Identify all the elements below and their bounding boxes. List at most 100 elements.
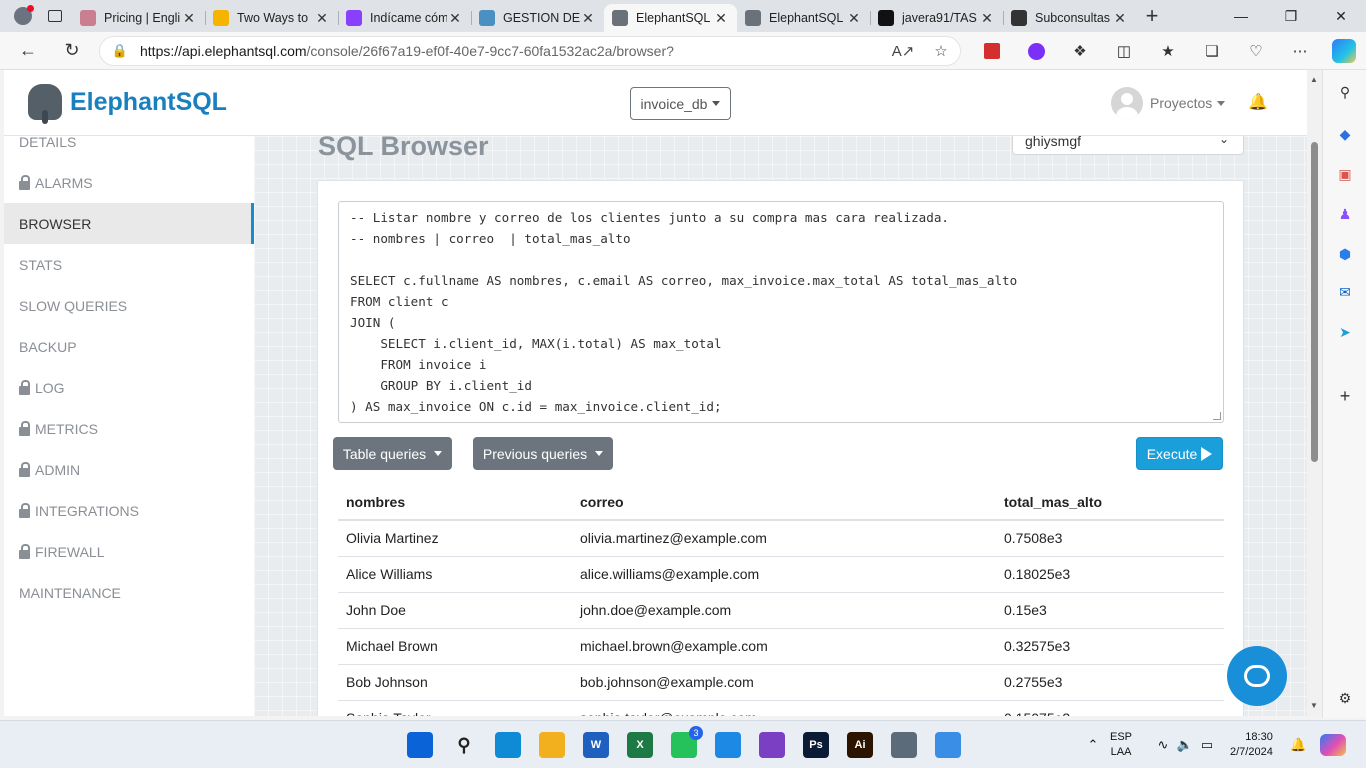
browser-tab[interactable]: Two Ways to ✕: [205, 4, 338, 32]
sidebar-item-label: FIREWALL: [35, 543, 105, 560]
table-cell: Sophia Taylor: [338, 700, 572, 716]
address-bar[interactable]: 🔒 https://api.elephantsql.com/console/26…: [99, 36, 961, 66]
settings-more-icon[interactable]: ⋯: [1278, 42, 1322, 60]
wifi-icon[interactable]: ∿: [1152, 737, 1174, 753]
outlook-icon[interactable]: ✉: [1335, 282, 1355, 302]
table-queries-button[interactable]: Table queries: [333, 437, 452, 470]
close-tab-icon[interactable]: ✕: [846, 10, 862, 27]
copilot-taskbar-icon[interactable]: [1320, 734, 1346, 756]
volume-icon[interactable]: 🔈: [1174, 737, 1196, 753]
sidebar-item-log[interactable]: LOG: [4, 367, 254, 408]
vscode-icon[interactable]: [715, 732, 741, 758]
resize-handle[interactable]: [1213, 412, 1221, 420]
shopping-tag-icon[interactable]: ◆: [1335, 124, 1355, 144]
sidebar-item-browser[interactable]: BROWSER: [4, 203, 254, 244]
tab-actions-button[interactable]: [38, 0, 72, 32]
table-cell: Michael Brown: [338, 628, 572, 665]
scroll-up-icon[interactable]: ▲: [1310, 75, 1318, 84]
brand-logo[interactable]: ElephantSQL: [28, 84, 227, 124]
browser-tab[interactable]: javera91/TAS ✕: [870, 4, 1003, 32]
clock[interactable]: 18:30 2/7/2024: [1230, 730, 1273, 760]
scroll-thumb[interactable]: [1311, 142, 1318, 462]
refresh-button[interactable]: ↻: [50, 32, 94, 70]
close-tab-icon[interactable]: ✕: [447, 10, 463, 27]
sidebar-item-backup[interactable]: BACKUP: [4, 326, 254, 367]
browser-tab[interactable]: ElephantSQL ✕: [737, 4, 870, 32]
column-header[interactable]: total_mas_alto: [996, 484, 1224, 521]
add-sidebar-app-icon[interactable]: +: [1335, 386, 1355, 406]
favorites-icon[interactable]: ★: [1146, 42, 1190, 60]
sidebar-item-slow-queries[interactable]: SLOW QUERIES: [4, 285, 254, 326]
browser-tab[interactable]: GESTION DE ✕: [471, 4, 604, 32]
new-tab-button[interactable]: +: [1136, 0, 1168, 32]
battery-icon[interactable]: ▭: [1196, 737, 1218, 753]
sidebar-item-maintenance[interactable]: MAINTENANCE: [4, 572, 254, 613]
favorite-star-icon[interactable]: ☆: [922, 42, 960, 60]
close-tab-icon[interactable]: ✕: [713, 10, 729, 27]
office-icon[interactable]: ⬢: [1335, 244, 1355, 264]
database-select[interactable]: invoice_db: [630, 87, 731, 120]
send-icon[interactable]: ➤: [1335, 322, 1355, 342]
sidebar-item-alarms[interactable]: ALARMS: [4, 162, 254, 203]
close-tab-icon[interactable]: ✕: [1112, 10, 1128, 27]
sidebar-search-icon[interactable]: ⚲: [1335, 82, 1355, 102]
table-cell: 0.2755e3: [996, 664, 1224, 701]
close-tab-icon[interactable]: ✕: [314, 10, 330, 27]
scroll-down-icon[interactable]: ▼: [1310, 701, 1318, 710]
close-tab-icon[interactable]: ✕: [979, 10, 995, 27]
minimize-button[interactable]: —: [1216, 0, 1266, 32]
sidebar-item-stats[interactable]: STATS: [4, 244, 254, 285]
restore-button[interactable]: ❐: [1266, 0, 1316, 32]
close-tab-icon[interactable]: ✕: [580, 10, 596, 27]
file-explorer-icon[interactable]: [539, 732, 565, 758]
support-chat-button[interactable]: [1227, 646, 1287, 706]
whatsapp-icon[interactable]: 3: [671, 726, 703, 758]
copilot-icon[interactable]: [1332, 39, 1356, 63]
profile-button[interactable]: [8, 0, 38, 32]
browser-tab[interactable]: Subconsultas ✕: [1003, 4, 1136, 32]
tray-chevron-up-icon[interactable]: ⌃: [1078, 737, 1108, 753]
games-icon[interactable]: ♟: [1335, 204, 1355, 224]
back-button[interactable]: ←: [6, 32, 50, 70]
user-menu[interactable]: Proyectos: [1111, 87, 1226, 119]
url-text[interactable]: https://api.elephantsql.com/console/26f6…: [140, 43, 884, 59]
browser-tab[interactable]: Indícame cóm ✕: [338, 4, 471, 32]
close-window-button[interactable]: ✕: [1316, 0, 1366, 32]
photoshop-icon[interactable]: Ps: [803, 732, 829, 758]
word-icon[interactable]: W: [583, 732, 609, 758]
toolbox-icon[interactable]: ▣: [1335, 164, 1355, 184]
photos-icon[interactable]: [935, 732, 961, 758]
browser-essentials-icon[interactable]: ♡: [1234, 42, 1278, 60]
extensions-puzzle-icon[interactable]: ❖: [1058, 42, 1102, 60]
collections-icon[interactable]: ❏: [1190, 42, 1234, 60]
excel-icon[interactable]: X: [627, 732, 653, 758]
sidebar-item-integrations[interactable]: INTEGRATIONS: [4, 490, 254, 531]
sql-text[interactable]: -- Listar nombre y correo de los cliente…: [339, 202, 1223, 422]
search-icon[interactable]: ⚲: [451, 732, 477, 758]
browser-tab[interactable]: ElephantSQL ✕: [604, 4, 737, 32]
column-header[interactable]: nombres: [338, 484, 572, 521]
read-aloud-icon[interactable]: A↗: [884, 42, 922, 60]
sql-editor[interactable]: -- Listar nombre y correo de los cliente…: [338, 201, 1224, 423]
calculator-icon[interactable]: [891, 732, 917, 758]
page-scrollbar[interactable]: ▲ ▼: [1307, 70, 1322, 716]
language-indicator[interactable]: ESP LAA: [1110, 730, 1132, 760]
sidebar-settings-gear-icon[interactable]: ⚙: [1335, 688, 1355, 708]
execute-button[interactable]: Execute: [1136, 437, 1223, 470]
edge-icon[interactable]: [495, 732, 521, 758]
extension-red-icon[interactable]: [970, 43, 1014, 59]
sidebar-item-firewall[interactable]: FIREWALL: [4, 531, 254, 572]
sidebar-item-admin[interactable]: ADMIN: [4, 449, 254, 490]
previous-queries-button[interactable]: Previous queries: [473, 437, 613, 470]
sidebar-item-metrics[interactable]: METRICS: [4, 408, 254, 449]
extension-purple-icon[interactable]: [1014, 42, 1058, 60]
bell-icon[interactable]: 🔔: [1248, 92, 1268, 112]
notification-bell-icon[interactable]: 🔔: [1290, 737, 1306, 753]
column-header[interactable]: correo: [572, 484, 996, 521]
windows-start-icon[interactable]: [407, 732, 433, 758]
github-desktop-icon[interactable]: [759, 732, 785, 758]
illustrator-icon[interactable]: Ai: [847, 732, 873, 758]
browser-tab[interactable]: Pricing | Engli ✕: [72, 4, 205, 32]
close-tab-icon[interactable]: ✕: [181, 10, 197, 27]
split-screen-icon[interactable]: ◫: [1102, 42, 1146, 60]
